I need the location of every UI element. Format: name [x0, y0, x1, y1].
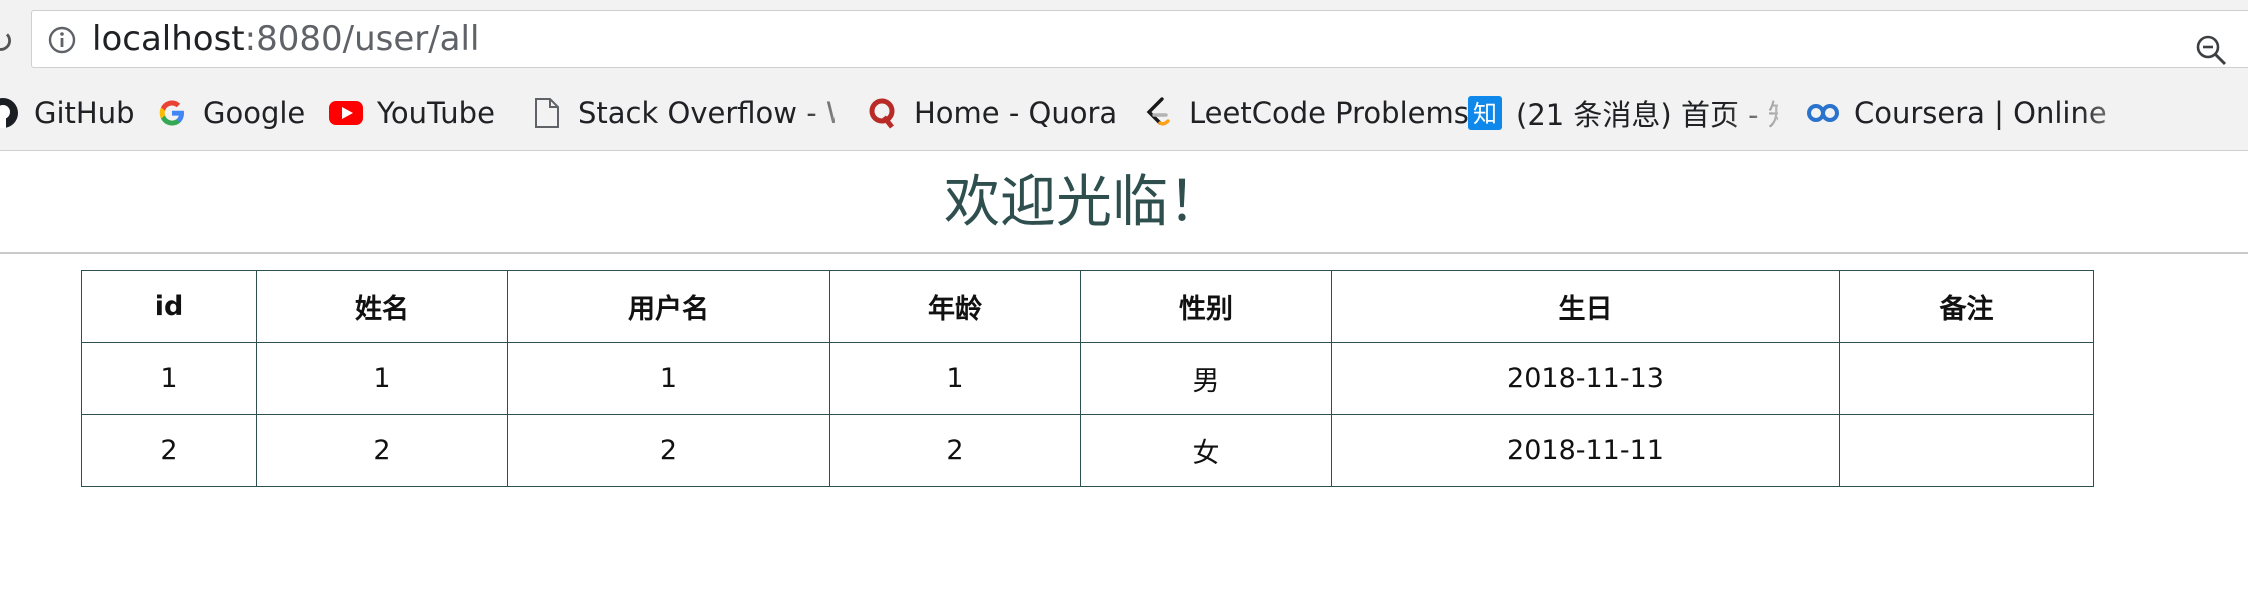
google-icon — [155, 96, 189, 130]
bookmark-github[interactable]: GitHub — [0, 88, 135, 138]
users-table: id 姓名 用户名 年龄 性别 生日 备注 1 1 1 1 男 2018-11-… — [81, 270, 2094, 487]
bookmark-label: Home - Quora — [914, 96, 1118, 130]
bookmarks-bar: GitHub Google YouTube Stack Overflow - H… — [0, 88, 2248, 138]
bookmark-label: (21 条消息) 首页 - 知 — [1516, 98, 1778, 132]
url-host: localhost — [92, 19, 245, 59]
bookmark-leetcode[interactable]: LeetCode Problems — [1141, 88, 1469, 138]
toolbar-divider — [0, 150, 2248, 151]
quora-icon — [866, 96, 900, 130]
zoom-out-icon[interactable] — [2194, 33, 2228, 67]
page-title: 欢迎光临！ — [944, 170, 1224, 235]
cell-name: 2 — [256, 414, 508, 487]
address-bar[interactable]: localhost:8080/user/all — [31, 10, 2248, 68]
bookmark-label: Stack Overflow - Wh — [578, 96, 835, 130]
column-header-age: 年龄 — [829, 270, 1081, 343]
cell-id: 1 — [81, 342, 257, 415]
cell-age: 1 — [829, 342, 1081, 415]
page-icon — [530, 96, 564, 130]
column-header-name: 姓名 — [256, 270, 508, 343]
cell-username: 1 — [507, 342, 830, 415]
cell-name: 1 — [256, 342, 508, 415]
column-header-remark: 备注 — [1839, 270, 2094, 343]
column-header-id: id — [81, 270, 257, 343]
bookmark-youtube[interactable]: YouTube — [329, 88, 495, 138]
bookmark-coursera[interactable]: Coursera | Online Co — [1806, 88, 2116, 138]
table-row: 1 1 1 1 男 2018-11-13 — [81, 342, 2094, 415]
table-row: 2 2 2 2 女 2018-11-11 — [81, 414, 2094, 487]
bookmark-label: Google — [203, 96, 306, 130]
bookmark-label: GitHub — [34, 96, 135, 130]
info-icon[interactable] — [48, 26, 76, 54]
bookmark-zhihu[interactable]: 知 (21 条消息) 首页 - 知 — [1468, 88, 1778, 138]
bookmark-label: LeetCode Problems — [1189, 96, 1469, 130]
column-header-gender: 性别 — [1080, 270, 1332, 343]
column-header-username: 用户名 — [507, 270, 830, 343]
github-icon — [0, 96, 20, 130]
cell-age: 2 — [829, 414, 1081, 487]
leetcode-icon — [1141, 96, 1175, 130]
bookmark-label: Coursera | Online Co — [1854, 96, 2116, 130]
cell-gender: 男 — [1080, 342, 1332, 415]
url-text[interactable]: localhost:8080/user/all — [92, 19, 479, 59]
browser-chrome: ↻ localhost:8080/user/all GitHub Google … — [0, 0, 2248, 150]
cell-remark — [1839, 342, 2094, 415]
cell-id: 2 — [81, 414, 257, 487]
cell-birthday: 2018-11-11 — [1331, 414, 1840, 487]
horizontal-rule — [0, 252, 2248, 254]
cell-remark — [1839, 414, 2094, 487]
table-header-row: id 姓名 用户名 年龄 性别 生日 备注 — [81, 270, 2094, 343]
cell-gender: 女 — [1080, 414, 1332, 487]
url-path: :8080/user/all — [244, 19, 480, 59]
svg-text:知: 知 — [1473, 100, 1497, 128]
zhihu-icon: 知 — [1468, 96, 1502, 130]
coursera-icon — [1806, 96, 1840, 130]
reload-icon[interactable]: ↻ — [0, 22, 15, 62]
bookmark-quora[interactable]: Home - Quora — [866, 88, 1117, 138]
bookmark-google[interactable]: Google — [155, 88, 305, 138]
bookmark-stackoverflow[interactable]: Stack Overflow - Wh — [530, 88, 835, 138]
bookmark-label: YouTube — [377, 96, 495, 130]
cell-birthday: 2018-11-13 — [1331, 342, 1840, 415]
youtube-icon — [329, 96, 363, 130]
column-header-birthday: 生日 — [1331, 270, 1840, 343]
cell-username: 2 — [507, 414, 830, 487]
